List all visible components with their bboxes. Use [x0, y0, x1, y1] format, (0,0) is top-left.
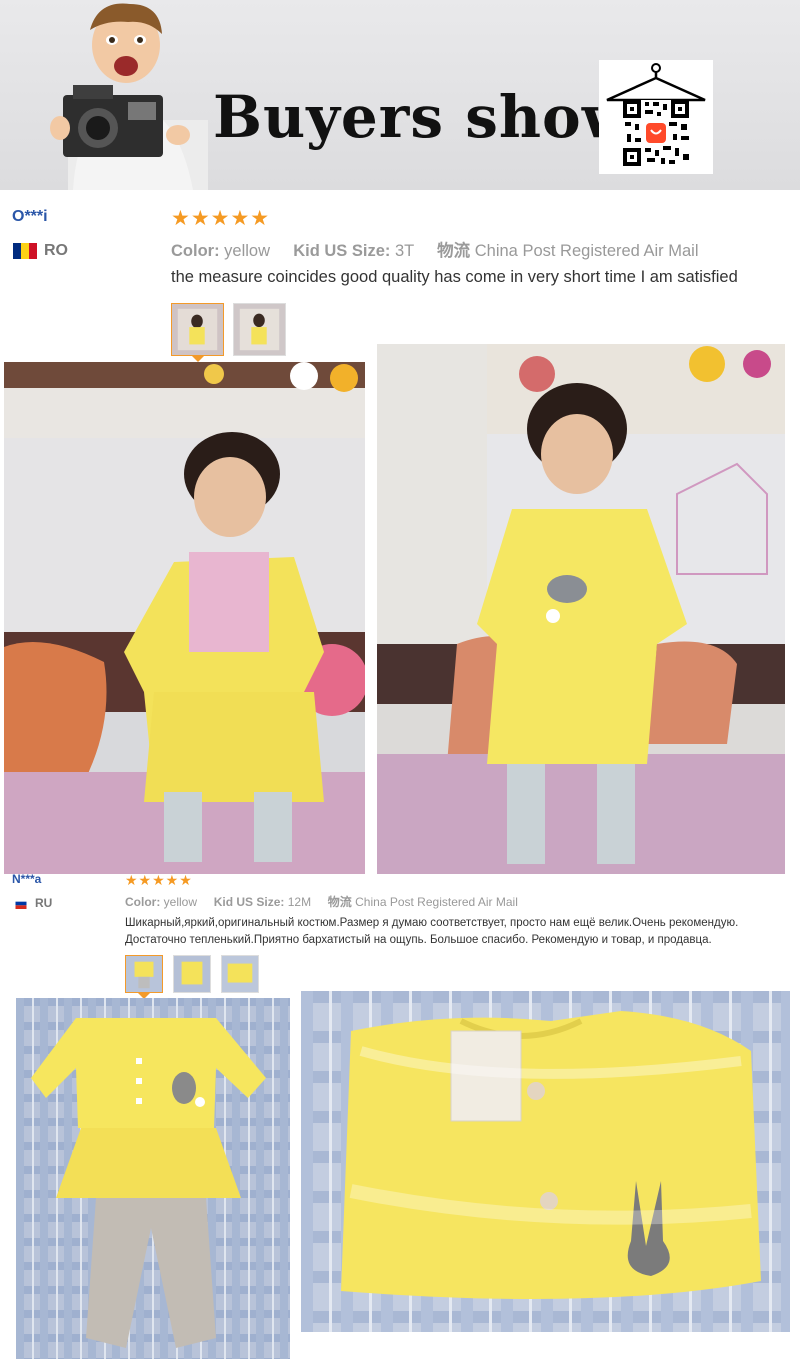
rating-stars: ★★★★★	[171, 207, 271, 230]
boy-with-camera-image	[50, 3, 208, 190]
review-thumbnails	[171, 303, 286, 362]
rating-stars: ★★★★★	[125, 872, 193, 888]
size-value: 3T	[395, 242, 414, 260]
buyer-country: RU	[12, 896, 52, 910]
thumbnail-3[interactable]	[221, 955, 259, 993]
review-thumbnails	[125, 955, 259, 999]
country-code: RO	[44, 242, 68, 259]
shipping-label: 物流	[327, 895, 352, 909]
order-meta: Color: yellow Kid US Size: 3T 物流 China P…	[171, 237, 699, 261]
thumbnail-2[interactable]	[173, 955, 211, 993]
review-photo-girl-front	[4, 362, 365, 874]
color-label: Color:	[171, 242, 220, 260]
buyer-name: O***i	[12, 208, 48, 225]
color-label: Color:	[125, 895, 161, 909]
review-photo-packaged-shirt	[301, 991, 790, 1332]
color-value: yellow	[224, 242, 271, 260]
shipping-label: 物流	[437, 242, 471, 260]
buyer-country: RO	[12, 242, 68, 260]
qr-code-with-hanger	[599, 60, 713, 174]
review-photo-outfit-flat	[16, 998, 290, 1359]
review-text-line-2: Достаточно тепленький.Приятно бархатисты…	[125, 934, 712, 946]
thumbnail-1-selected[interactable]	[171, 303, 224, 362]
shipping-value: China Post Registered Air Mail	[355, 895, 518, 909]
review-text: Шикарный,яркий,оригинальный костюм.Разме…	[125, 915, 795, 949]
review-text-line-1: Шикарный,яркий,оригинальный костюм.Разме…	[125, 917, 739, 929]
buyers-show-banner: Buyers show	[0, 0, 800, 190]
size-label: Kid US Size:	[293, 242, 391, 260]
flag-icon-russia	[15, 897, 27, 909]
review-text: the measure coincides good quality has c…	[171, 268, 738, 286]
thumbnail-2[interactable]	[233, 303, 286, 356]
banner-title: Buyers show	[213, 83, 633, 151]
thumbnail-1-selected[interactable]	[125, 955, 163, 999]
size-value: 12M	[287, 895, 312, 909]
color-value: yellow	[163, 895, 198, 909]
flag-icon-romania	[13, 243, 37, 259]
review-photo-girl-with-bunny	[377, 344, 785, 874]
buyer-name: N***a	[12, 872, 42, 886]
country-code: RU	[35, 896, 53, 910]
size-label: Kid US Size:	[213, 895, 285, 909]
shipping-value: China Post Registered Air Mail	[474, 242, 699, 260]
order-meta: Color: yellow Kid US Size: 12M 物流 China …	[125, 893, 518, 910]
